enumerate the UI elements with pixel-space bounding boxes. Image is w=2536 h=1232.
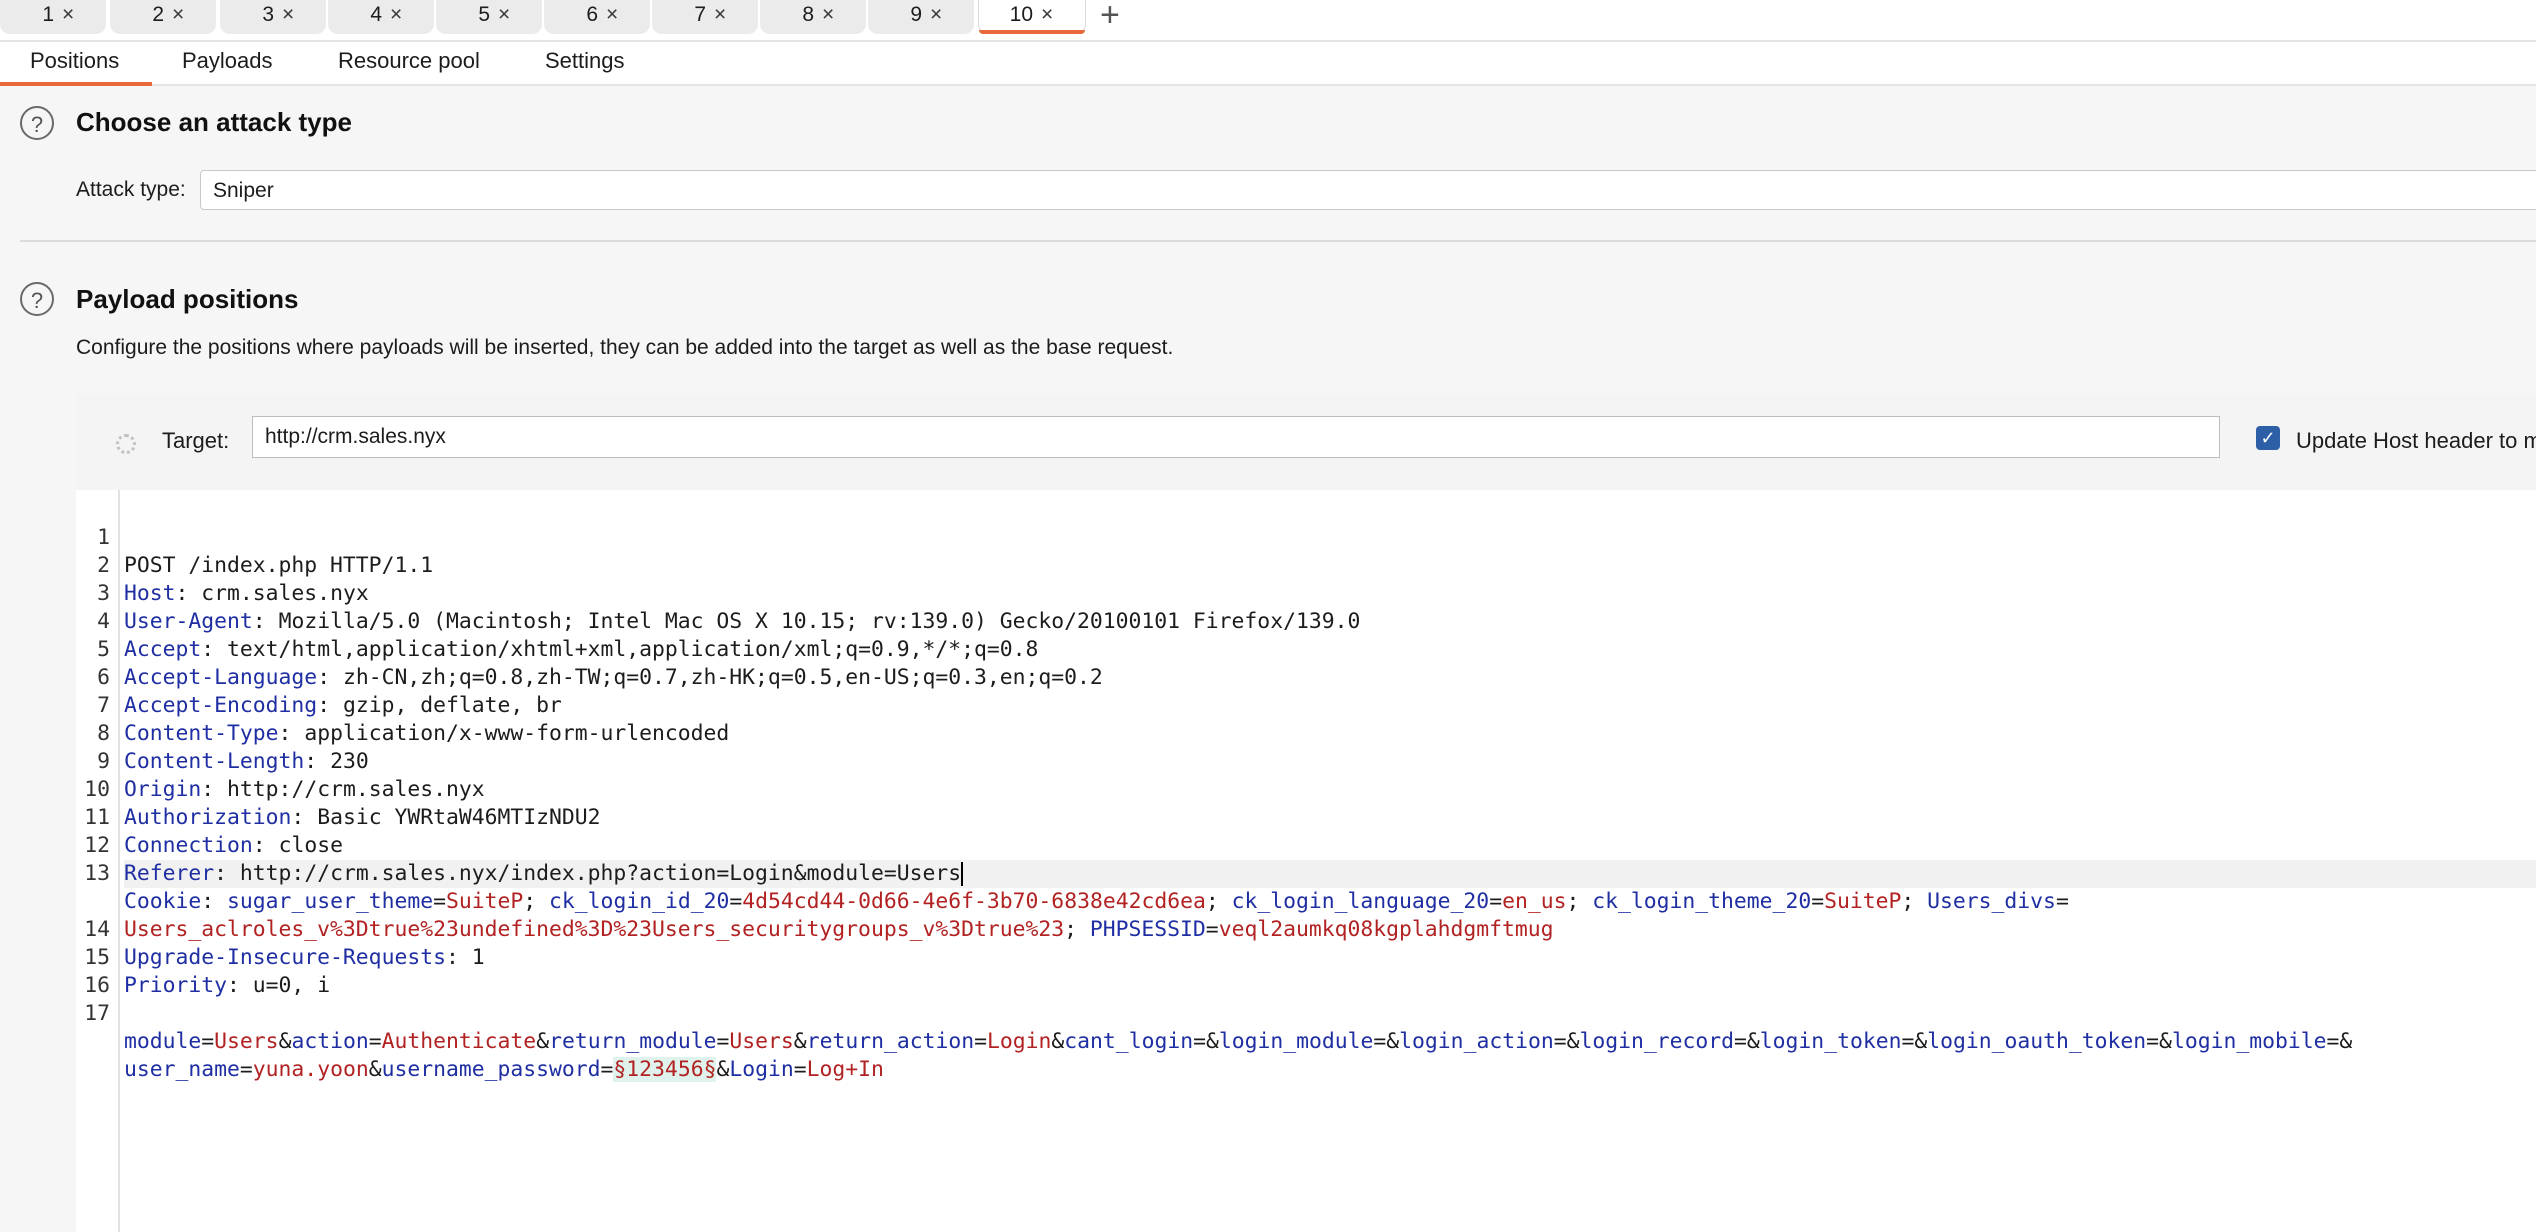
- tab-7[interactable]: 7 ×: [652, 0, 758, 34]
- tab-positions[interactable]: Positions: [0, 48, 153, 86]
- request-line: 8 Content-Length: 230: [76, 692, 2536, 774]
- tab-2[interactable]: 2 ×: [110, 0, 216, 34]
- tab-9[interactable]: 9 ×: [868, 0, 974, 34]
- tab-resource-pool[interactable]: Resource pool: [338, 48, 480, 74]
- param-name: cant_login: [1064, 1029, 1194, 1054]
- tab-payloads[interactable]: Payloads: [182, 48, 273, 74]
- target-bar: Target: http://crm.sales.nyx ✓ Update Ho…: [76, 394, 2536, 490]
- tab-label: 6: [586, 3, 598, 26]
- param-name: Login: [729, 1057, 794, 1082]
- request-line: 9 Origin: http://crm.sales.nyx: [76, 720, 2536, 802]
- close-icon[interactable]: ×: [822, 0, 834, 30]
- request-line: 4 Accept: text/html,application/xhtml+xm…: [76, 580, 2536, 662]
- request-line: 15 Priority: u=0, i: [76, 916, 2536, 998]
- close-icon[interactable]: ×: [714, 0, 726, 30]
- request-editor: Target: http://crm.sales.nyx ✓ Update Ho…: [76, 394, 2536, 1232]
- param-value: Authenticate: [381, 1029, 537, 1054]
- payload-positions-description: Configure the positions where payloads w…: [76, 336, 1174, 359]
- new-tab-plus-icon[interactable]: +: [1100, 0, 1120, 35]
- help-icon[interactable]: ?: [20, 106, 54, 140]
- request-line: 7 Content-Type: application/x-www-form-u…: [76, 664, 2536, 746]
- request-line: 14 Upgrade-Insecure-Requests: 1: [76, 888, 2536, 970]
- param-value: Login: [987, 1029, 1052, 1054]
- request-line: 1 POST /index.php HTTP/1.1: [76, 496, 2536, 578]
- param-value: Log+In: [806, 1057, 884, 1082]
- request-line-wrap: user_name=yuna.yoon&username_password=§1…: [124, 1057, 884, 1082]
- tab-label: 5: [478, 3, 490, 26]
- divider: [20, 240, 2536, 242]
- help-icon[interactable]: ?: [20, 282, 54, 316]
- param-value: Users: [214, 1029, 279, 1054]
- tab-label: 9: [910, 3, 922, 26]
- payload-marker[interactable]: §123456§: [613, 1057, 717, 1082]
- tab-6[interactable]: 6 ×: [544, 0, 650, 34]
- target-label: Target:: [162, 428, 230, 453]
- param-value: Users: [729, 1029, 794, 1054]
- close-icon[interactable]: ×: [498, 0, 510, 30]
- tab-4[interactable]: 4 ×: [328, 0, 434, 34]
- tab-label: 3: [262, 3, 274, 26]
- close-icon[interactable]: ×: [282, 0, 294, 30]
- tab-1[interactable]: 1 ×: [0, 0, 106, 34]
- param-value: yuna.yoon: [252, 1057, 369, 1082]
- tab-10[interactable]: 10 ×: [978, 0, 1086, 34]
- update-host-checkbox[interactable]: ✓: [2256, 426, 2280, 450]
- param-name: login_action: [1399, 1029, 1554, 1054]
- request-line: 11 Connection: close: [76, 776, 2536, 858]
- param-name: return_action: [806, 1029, 975, 1054]
- loading-spinner-icon: [116, 434, 136, 454]
- request-line-current: 12 Referer: http://crm.sales.nyx/index.p…: [76, 804, 2536, 888]
- tab-label: 1: [42, 3, 54, 26]
- tab-label: 8: [802, 3, 814, 26]
- request-line: 3 User-Agent: Mozilla/5.0 (Macintosh; In…: [76, 552, 2536, 634]
- request-line: 5 Accept-Language: zh-CN,zh;q=0.8,zh-TW;…: [76, 608, 2536, 690]
- attack-type-heading: Choose an attack type: [76, 107, 352, 137]
- tab-strip: 1 × 2 × 3 × 4 × 5 × 6 × 7 × 8 × 9 × 10 × +: [0, 0, 2536, 42]
- request-line: 2 Host: crm.sales.nyx: [76, 524, 2536, 606]
- update-host-label: Update Host header to m: [2296, 428, 2536, 453]
- tab-3[interactable]: 3 ×: [220, 0, 326, 34]
- param-name: user_name: [124, 1057, 240, 1082]
- tab-label: 10: [1009, 3, 1033, 26]
- request-line: 16: [76, 944, 2536, 998]
- close-icon[interactable]: ×: [930, 0, 942, 30]
- close-icon[interactable]: ×: [172, 0, 184, 30]
- payload-positions-heading: Payload positions: [76, 284, 299, 314]
- param-name: login_record: [1579, 1029, 1735, 1054]
- close-icon[interactable]: ×: [606, 0, 618, 30]
- tab-5[interactable]: 5 ×: [436, 0, 542, 34]
- intruder-subtabs: Positions Payloads Resource pool Setting…: [0, 42, 2536, 86]
- param-name: login_module: [1218, 1029, 1374, 1054]
- close-icon[interactable]: ×: [390, 0, 402, 30]
- close-icon[interactable]: ×: [62, 0, 74, 30]
- tab-settings[interactable]: Settings: [545, 48, 625, 74]
- param-name: login_token: [1759, 1029, 1902, 1054]
- tab-label: 2: [152, 3, 164, 26]
- param-name: login_mobile: [2171, 1029, 2327, 1054]
- request-text-editor[interactable]: 1 POST /index.php HTTP/1.1 2 Host: crm.s…: [76, 490, 2536, 1232]
- tab-8[interactable]: 8 ×: [760, 0, 866, 34]
- param-name: action: [291, 1029, 369, 1054]
- request-line: 6 Accept-Encoding: gzip, deflate, br: [76, 636, 2536, 718]
- request-line: 13 Cookie: sugar_user_theme=SuiteP; ck_l…: [76, 832, 2536, 914]
- target-input[interactable]: http://crm.sales.nyx: [252, 416, 2220, 458]
- attack-type-label: Attack type:: [76, 178, 186, 201]
- param-name: login_oauth_token: [1927, 1029, 2147, 1054]
- attack-type-select[interactable]: Sniper: [200, 170, 2536, 210]
- tab-label: 7: [694, 3, 706, 26]
- close-icon[interactable]: ×: [1041, 0, 1053, 30]
- request-line: 10 Authorization: Basic YWRtaW46MTIzNDU2: [76, 748, 2536, 830]
- param-name: username_password: [381, 1057, 601, 1082]
- request-line-wrap: Users_aclroles_v%3Dtrue%23undefined%3D%2…: [124, 917, 1554, 942]
- tab-label: 4: [370, 3, 382, 26]
- param-name: return_module: [549, 1029, 717, 1054]
- request-line: 17 module=Users&action=Authenticate&retu…: [76, 972, 2536, 1054]
- positions-panel: ? Choose an attack type Attack type: Sni…: [0, 86, 2536, 1232]
